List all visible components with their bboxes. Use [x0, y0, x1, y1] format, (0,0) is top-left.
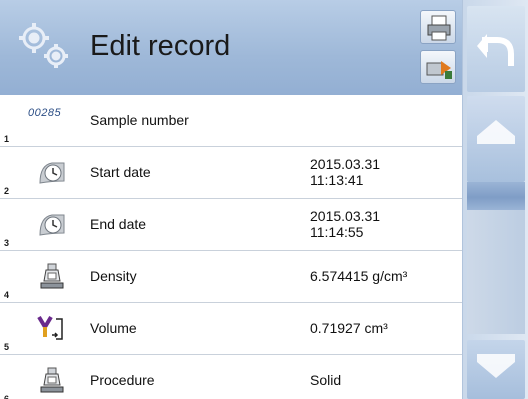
row-value: 0.71927 cm³: [310, 320, 388, 336]
scroll-thumb[interactable]: [467, 182, 525, 210]
list-item-procedure[interactable]: Procedure Solid 6: [0, 355, 462, 399]
gears-icon: [14, 20, 74, 72]
weight-balance-icon: [36, 365, 68, 397]
print-button[interactable]: [420, 10, 456, 44]
clock-icon: [36, 209, 68, 241]
row-label: End date: [90, 216, 147, 232]
clock-icon: [36, 157, 68, 189]
list-item-sample-number[interactable]: 00285 Sample number 1: [0, 95, 462, 147]
row-index: 3: [4, 238, 10, 248]
list-item-start-date[interactable]: Start date 2015.03.31 11:13:41 2: [0, 147, 462, 199]
row-index: 2: [4, 186, 10, 196]
value-date: 2015.03.31: [310, 208, 381, 224]
value-time: 11:13:41: [310, 172, 364, 188]
row-index: 5: [4, 342, 10, 352]
row-value: 6.574415 g/cm³: [310, 268, 408, 284]
list-item-end-date[interactable]: End date 2015.03.31 11:14:55 3: [0, 199, 462, 251]
list-item-density[interactable]: Density 6.574415 g/cm³ 4: [0, 251, 462, 303]
header-bar: Edit record: [0, 0, 462, 95]
scroll-down-button[interactable]: [467, 340, 525, 399]
row-index: 6: [4, 394, 10, 399]
back-button[interactable]: [467, 6, 525, 92]
row-index: 1: [4, 134, 10, 144]
row-value: Solid: [310, 372, 342, 388]
scrollbar[interactable]: [467, 182, 525, 334]
export-icon: [426, 61, 452, 79]
row-value: 2015.03.31 11:14:55: [310, 208, 380, 240]
row-label: Density: [90, 268, 137, 284]
scroll-down-icon: [477, 354, 515, 378]
record-list: 00285 Sample number 1 Start date 2015.03…: [0, 95, 462, 399]
export-button[interactable]: [420, 50, 456, 84]
row-label: Sample number: [90, 112, 189, 128]
weight-balance-icon: [36, 261, 68, 293]
value-time: 11:14:55: [310, 224, 364, 240]
printer-icon: [427, 15, 451, 41]
row-label: Procedure: [90, 372, 155, 388]
row-index: 4: [4, 290, 10, 300]
value-date: 2015.03.31: [310, 156, 381, 172]
row-label: Start date: [90, 164, 151, 180]
row-value: 2015.03.31 11:13:41: [310, 156, 380, 188]
undo-arrow-icon: [477, 34, 514, 66]
list-item-volume[interactable]: Volume 0.71927 cm³ 5: [0, 303, 462, 355]
row-label: Volume: [90, 320, 137, 336]
volume-icon: [36, 313, 68, 345]
page-title: Edit record: [90, 30, 231, 62]
sample-number-code: 00285: [28, 107, 62, 119]
right-sidebar: [462, 0, 528, 399]
scroll-up-icon: [477, 120, 515, 144]
scroll-up-button[interactable]: [467, 96, 525, 182]
